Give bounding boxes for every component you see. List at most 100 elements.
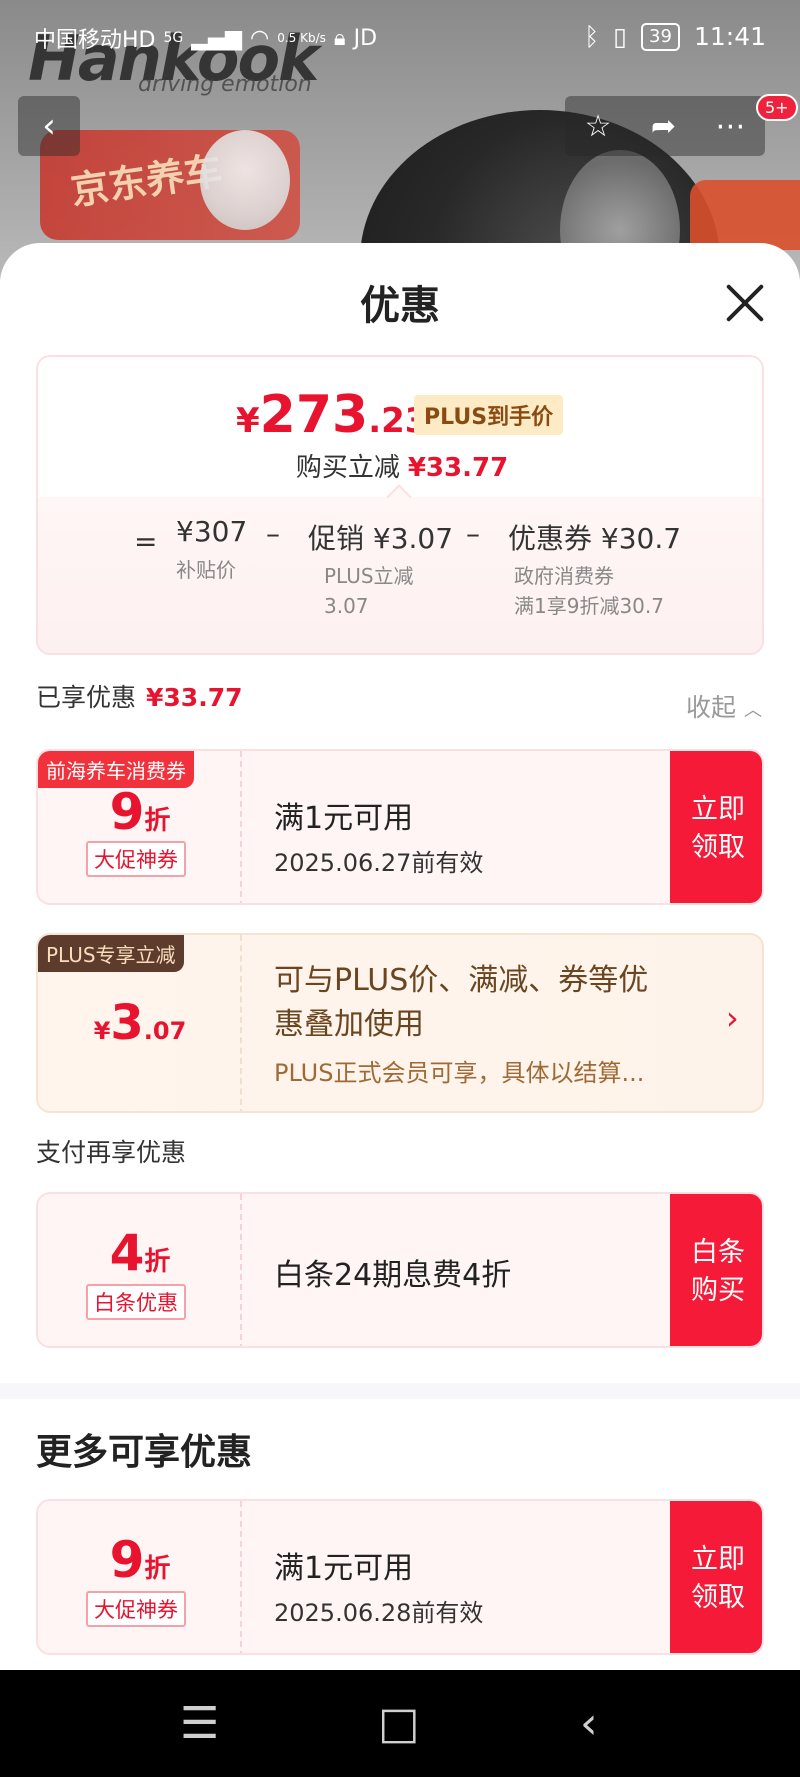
coupon-info: 满1元可用 2025.06.27前有效: [274, 793, 483, 878]
promo-line1: PLUS立减: [324, 564, 414, 588]
claim-coupon-button[interactable]: 立即 领取: [670, 751, 762, 903]
section-divider: [0, 1383, 800, 1399]
more-icon[interactable]: ⋯: [715, 109, 745, 144]
more-coupon-discount-unit: 折: [144, 1554, 171, 1584]
star-icon[interactable]: ☆: [585, 109, 612, 144]
collapse-button[interactable]: 收起 ︿: [686, 688, 762, 724]
more-coupon-discount-value: 9: [109, 1531, 145, 1589]
plus-description: 可与PLUS价、满减、券等优惠叠加使用: [274, 963, 649, 1042]
payment-coupon-left: 4折 白条优惠: [38, 1194, 242, 1346]
more-claim-line1: 立即: [691, 1544, 745, 1575]
plus-amount-currency: ¥: [93, 1017, 111, 1045]
more-coupon-discount: 9折: [38, 1531, 242, 1589]
plus-discount-card[interactable]: PLUS专享立减 ¥3.07 可与PLUS价、满减、券等优惠叠加使用 PLUS正…: [36, 933, 764, 1113]
back-button[interactable]: ‹: [18, 96, 80, 156]
coupon-discount-unit: 折: [144, 806, 171, 836]
more-claim-line2: 领取: [691, 1582, 745, 1613]
more-coupon-left: 9折 大促神券: [38, 1501, 242, 1653]
final-price-currency: ¥: [236, 401, 260, 441]
network-label: 5G: [163, 30, 184, 46]
minus-sign-1: –: [266, 517, 280, 550]
collapse-label: 收起: [686, 693, 737, 722]
coupon-condition: 满1元可用: [274, 801, 414, 836]
coupon-left: 前海养车消费券 9折 大促神券: [38, 751, 242, 903]
plus-left: PLUS专享立减 ¥3.07: [38, 935, 242, 1111]
status-left: 中国移动HD 5G ▂▄▆ ◠ 0.5 Kb/s 🔒︎ JD: [34, 22, 377, 54]
wifi-icon: ◠: [250, 25, 270, 51]
price-summary-card: ¥ 273 .23 PLUS到手价 购买立减 ¥33.77 = ¥307 补贴价 …: [36, 355, 764, 655]
more-coupon-validity: 2025.06.28前有效: [274, 1599, 484, 1627]
instant-discount-label: 购买立减: [295, 453, 400, 483]
system-navigation-bar: ☰ □ ‹: [0, 1670, 800, 1777]
coupon-card: 前海养车消费券 9折 大促神券 满1元可用 2025.06.27前有效 立即 领…: [36, 749, 764, 905]
carrier-label: 中国移动HD: [34, 28, 156, 53]
notification-badge: 5+: [756, 94, 798, 121]
enjoyed-label: 已享优惠: [36, 683, 137, 712]
chevron-left-icon: ‹: [42, 106, 56, 146]
plus-note: PLUS正式会员可享，具体以结算...: [274, 1059, 645, 1087]
payment-discount-label: 支付再享优惠: [36, 1138, 187, 1167]
coupon-discount-value: 9: [109, 783, 145, 841]
discount-sheet: 优惠 ¥ 273 .23 PLUS到手价 购买立减 ¥33.77 = ¥307 补…: [0, 243, 800, 1670]
instant-discount-amount: ¥33.77: [407, 453, 509, 483]
base-price-label: 补贴价: [176, 558, 236, 582]
instant-discount-line: 购买立减 ¥33.77: [38, 447, 762, 484]
price-breakdown: = ¥307 补贴价 – 促销 ¥3.07 PLUS立减 3.07 – 优惠券 …: [38, 497, 762, 653]
equals-sign: =: [134, 525, 158, 558]
more-coupon-tag: 大促神券: [86, 1591, 186, 1627]
baitiao-button-line1: 白条: [691, 1237, 745, 1268]
corner-promo-tag: [690, 180, 800, 250]
signal-icon: ▂▄▆: [191, 25, 243, 51]
baitiao-button-line2: 购买: [691, 1275, 745, 1306]
sheet-title: 优惠: [360, 283, 440, 329]
final-price: ¥ 273 .23: [236, 385, 428, 445]
status-bar: 中国移动HD 5G ▂▄▆ ◠ 0.5 Kb/s 🔒︎ JD ᛒ ▯ 39 11…: [0, 0, 800, 72]
plus-amount-decimal: .07: [143, 1017, 187, 1045]
minus-sign-2: –: [466, 517, 480, 550]
coupon-line1: 政府消费券: [514, 564, 614, 588]
chevron-up-icon: ︿: [743, 700, 762, 721]
plus-price-tag: PLUS到手价: [414, 395, 564, 435]
payment-discount-unit: 折: [144, 1247, 171, 1277]
plus-amount: ¥3.07: [38, 995, 242, 1051]
coupon-validity: 2025.06.27前有效: [274, 849, 484, 877]
more-coupon-card: 9折 大促神券 满1元可用 2025.06.28前有效 立即 领取: [36, 1499, 764, 1655]
more-coupon-info: 满1元可用 2025.06.28前有效: [274, 1543, 483, 1628]
lock-icon: 🔒︎: [333, 25, 346, 51]
coupon-value: 优惠券 ¥30.7: [508, 522, 682, 555]
header-actions: ☆ ➦ ⋯: [565, 96, 765, 156]
mascot-image: [200, 130, 290, 230]
bluetooth-icon: ᛒ: [584, 22, 600, 51]
claim-button-line2: 领取: [691, 832, 745, 863]
enjoyed-discount-header: 已享优惠 ¥33.77: [36, 678, 243, 714]
coupon-discount: 9折: [38, 783, 242, 841]
menu-icon[interactable]: ☰: [180, 1698, 219, 1749]
baitiao-buy-button[interactable]: 白条 购买: [670, 1194, 762, 1346]
payment-tag: 白条优惠: [86, 1284, 186, 1320]
claim-button-line1: 立即: [691, 794, 745, 825]
claim-more-coupon-button[interactable]: 立即 领取: [670, 1501, 762, 1653]
chevron-right-icon: ›: [726, 999, 739, 1037]
payment-discount: 4折: [38, 1224, 242, 1282]
enjoyed-amount: ¥33.77: [146, 683, 243, 712]
plus-amount-integer: 3: [110, 995, 144, 1051]
plus-ribbon: PLUS专享立减: [38, 935, 184, 972]
more-discounts-title: 更多可享优惠: [36, 1432, 253, 1473]
promo-line2: 3.07: [324, 594, 369, 618]
payment-coupon-card: 4折 白条优惠 白条24期息费4折 白条 购买: [36, 1192, 764, 1348]
back-nav-icon[interactable]: ‹: [580, 1698, 598, 1749]
vibrate-icon: ▯: [613, 22, 628, 51]
status-right: ᛒ ▯ 39 11:41: [584, 22, 766, 51]
battery-indicator: 39: [641, 22, 680, 51]
payment-discount-value: 4: [109, 1224, 145, 1282]
promo-value: 促销 ¥3.07: [308, 522, 454, 555]
base-price-value: ¥307: [176, 515, 248, 548]
share-icon[interactable]: ➦: [651, 109, 676, 144]
final-price-integer: 273: [259, 385, 369, 445]
speed-label: 0.5 Kb/s: [277, 31, 326, 45]
coupon-tag: 大促神券: [86, 841, 186, 877]
close-button[interactable]: [720, 278, 770, 328]
payment-description: 白条24期息费4折: [274, 1258, 512, 1293]
home-icon[interactable]: □: [378, 1698, 420, 1749]
clock: 11:41: [693, 22, 766, 51]
